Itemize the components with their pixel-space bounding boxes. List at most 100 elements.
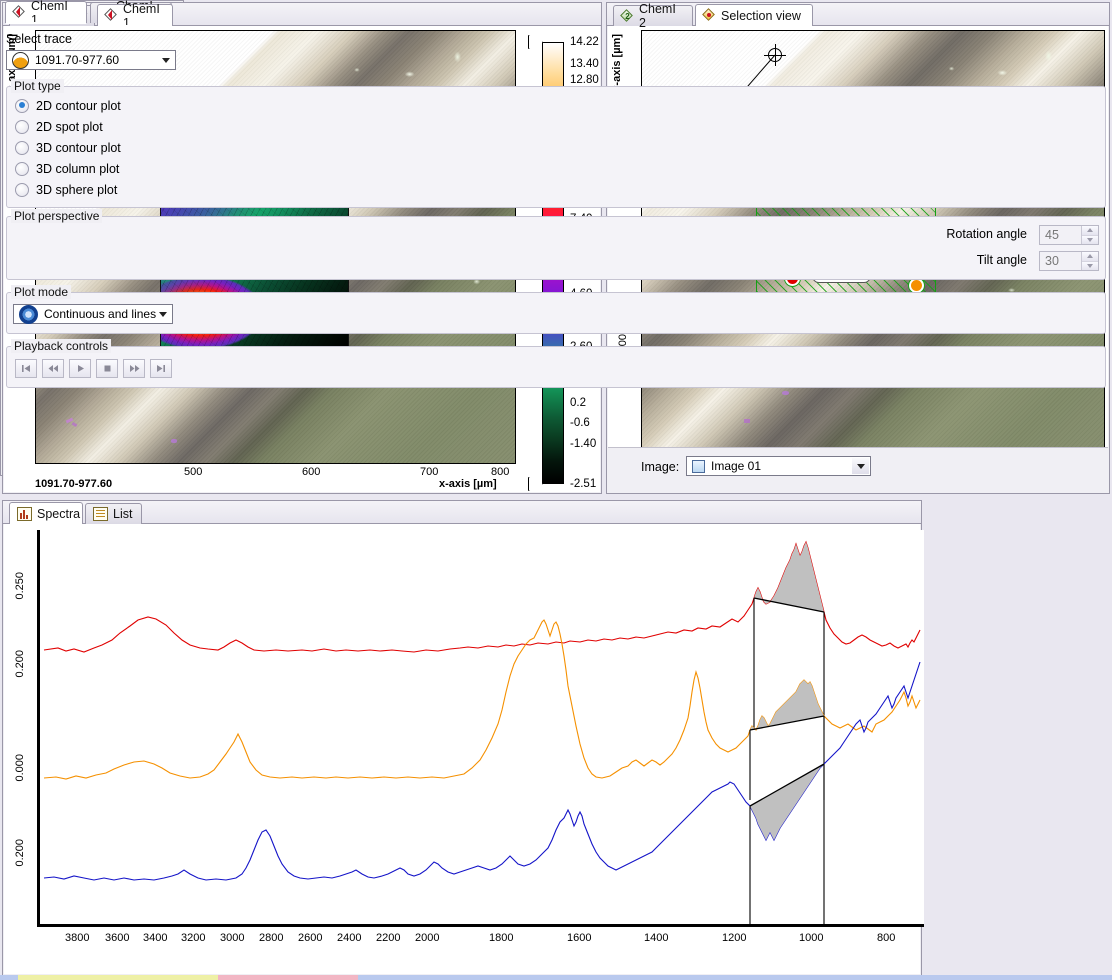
spectra-x-tick: 2600: [298, 932, 322, 944]
spectra-x-tick: 1400: [644, 932, 668, 944]
spectra-plot[interactable]: [37, 530, 924, 927]
list-icon: [93, 507, 108, 521]
spectra-y-tick: 0.200: [14, 839, 26, 867]
spectra-x-tick: 2400: [337, 932, 361, 944]
application-window: Overview ChemI 1 y-axis [µm]: [0, 0, 1112, 980]
spectra-x-tick: 3200: [181, 932, 205, 944]
status-strip-segment-1: [18, 975, 218, 980]
skip-start-button[interactable]: [15, 359, 37, 378]
tab-chemi1[interactable]: ChemI 1: [97, 4, 173, 26]
radio-3d-sphere-plot[interactable]: 3D sphere plot: [7, 179, 1105, 200]
chart-icon: [17, 507, 32, 521]
tab-chemi2[interactable]: 2 ChemI 2: [613, 5, 693, 26]
status-strip-segment-2: [218, 975, 358, 980]
select-trace-title: Select trace: [6, 32, 72, 46]
measure-endpoint-top[interactable]: [764, 44, 786, 66]
continuous-lines-icon: [19, 305, 38, 324]
stop-button[interactable]: [96, 359, 118, 378]
play-button[interactable]: [69, 359, 91, 378]
diamond-green-icon: 2: [621, 10, 634, 23]
tilt-up-button[interactable]: [1082, 252, 1098, 262]
radio-3d-column-plot[interactable]: 3D column plot: [7, 158, 1105, 179]
fast-forward-button[interactable]: [123, 359, 145, 378]
red-integration-fill: [754, 542, 824, 612]
spectra-x-tick: 2200: [376, 932, 400, 944]
diamond-selection-icon: [703, 9, 716, 22]
chemi1-trace-label: 1091.70-977.60: [35, 478, 112, 490]
tilt-angle-input[interactable]: 30: [1039, 251, 1099, 271]
tab-spectra[interactable]: Spectra: [9, 502, 83, 524]
rotation-angle-label: Rotation angle: [946, 227, 1027, 241]
tab-chemi1-label: ChemI 1: [123, 2, 163, 30]
sidebar-tab-chemi1[interactable]: ChemI 1: [5, 1, 87, 23]
selection-y-axis-title: y-axis [µm]: [611, 34, 623, 92]
spectra-x-tick: 1200: [722, 932, 746, 944]
radio-2d-contour-plot[interactable]: 2D contour plot: [7, 95, 1105, 116]
tab-list[interactable]: List: [85, 503, 142, 524]
image-select-arrow[interactable]: [852, 458, 869, 474]
rotation-angle-input[interactable]: 45: [1039, 225, 1099, 245]
spectra-x-tick: 2800: [259, 932, 283, 944]
colorbar-max-handle[interactable]: [528, 35, 543, 49]
radio-label: 3D contour plot: [36, 141, 121, 155]
colorbar-tick: 12.80: [570, 74, 599, 86]
diamond-red-icon: [13, 6, 26, 19]
chemi1-x-tick: 800: [491, 466, 509, 478]
spectra-curves: [40, 530, 924, 924]
plot-mode-arrow[interactable]: [154, 306, 171, 322]
skip-end-button[interactable]: [150, 359, 172, 378]
plot-type-title: Plot type: [11, 79, 64, 93]
spectra-x-tick: 800: [877, 932, 895, 944]
radio-label: 3D column plot: [36, 162, 119, 176]
tab-chemi2-label: ChemI 2: [639, 2, 683, 30]
rotation-angle-value: 45: [1045, 228, 1059, 242]
rotation-down-button[interactable]: [1082, 236, 1098, 245]
spectra-x-tick: 3000: [220, 932, 244, 944]
plot-mode-group: Plot mode Continuous and lines: [6, 292, 1106, 334]
select-trace-value: 1091.70-977.60: [35, 53, 119, 67]
colorbar-tick: 14.22: [570, 36, 599, 48]
tilt-down-button[interactable]: [1082, 262, 1098, 271]
spectra-x-tick: 1800: [489, 932, 513, 944]
spectra-x-tick: 1600: [567, 932, 591, 944]
spectra-tabstrip: Spectra List: [3, 501, 921, 524]
speck: [171, 439, 177, 443]
image-select-value: Image 01: [711, 459, 761, 473]
blue-spectrum: [44, 662, 920, 880]
playback-group: Playback controls: [6, 346, 1106, 388]
radio-dot-icon: [15, 141, 29, 155]
colorbar-tick: -0.6: [570, 417, 590, 429]
plot-type-group: Plot type 2D contour plot 2D spot plot 3…: [6, 86, 1106, 208]
spectra-x-tick: 3800: [65, 932, 89, 944]
spectra-panel: Spectra List 0.250 0.200 0.000 0.200: [2, 500, 922, 976]
tab-selection-view[interactable]: Selection view: [695, 4, 813, 26]
plot-mode-combo[interactable]: Continuous and lines: [13, 304, 173, 324]
radio-dot-icon: [15, 120, 29, 134]
spectra-y-tick: 0.200: [14, 650, 26, 678]
rewind-button[interactable]: [42, 359, 64, 378]
tilt-angle-label: Tilt angle: [977, 253, 1027, 267]
radio-label: 2D contour plot: [36, 99, 121, 113]
chemi1-x-axis-title: x-axis [µm]: [439, 478, 497, 490]
marker-orange-point[interactable]: [909, 278, 924, 293]
bell-icon: [12, 52, 29, 69]
colorbar-tick: -2.51: [570, 478, 596, 490]
radio-label: 3D sphere plot: [36, 183, 117, 197]
spectra-x-tick: 3600: [105, 932, 129, 944]
plot-perspective-group: Plot perspective Rotation angle 45 Tilt …: [6, 216, 1106, 280]
select-trace-combo[interactable]: 1091.70-977.60: [6, 50, 176, 70]
plot-mode-title: Plot mode: [11, 285, 71, 299]
radio-2d-spot-plot[interactable]: 2D spot plot: [7, 116, 1105, 137]
tab-spectra-label: Spectra: [37, 507, 80, 521]
spectra-y-tick: 0.250: [14, 572, 26, 600]
rotation-up-button[interactable]: [1082, 226, 1098, 236]
tab-selection-view-label: Selection view: [721, 9, 801, 23]
image-select[interactable]: Image 01: [686, 456, 871, 476]
spectra-chart-area: 0.250 0.200 0.000 0.200: [4, 524, 920, 974]
image-icon: [692, 460, 705, 473]
colorbar-min-handle[interactable]: [528, 477, 543, 491]
select-trace-arrow[interactable]: [157, 52, 174, 68]
chemi1-x-tick: 500: [184, 466, 202, 478]
radio-3d-contour-plot[interactable]: 3D contour plot: [7, 137, 1105, 158]
spectra-x-tick: 3400: [143, 932, 167, 944]
